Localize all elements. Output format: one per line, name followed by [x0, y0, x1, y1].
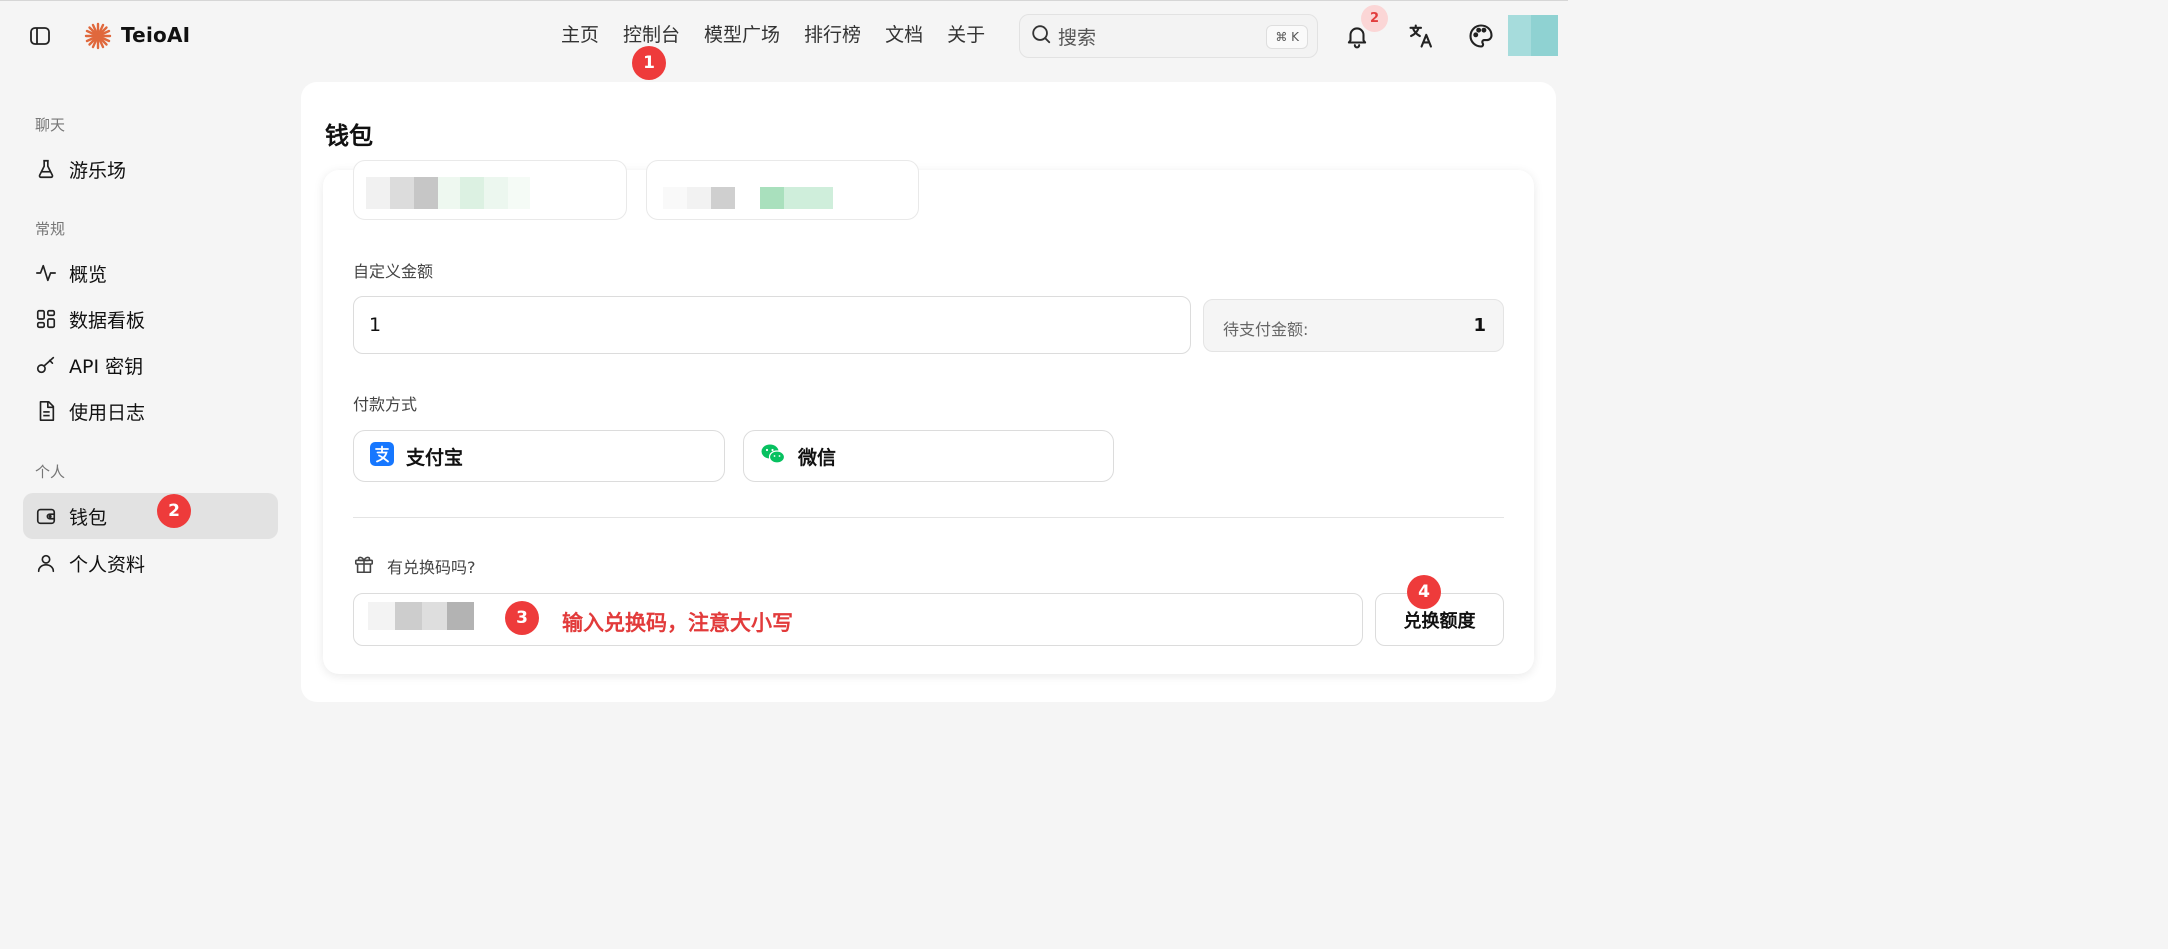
nav-home[interactable]: 主页: [561, 22, 599, 48]
preset-amount-option[interactable]: [646, 160, 919, 220]
palette-icon[interactable]: [1465, 20, 1497, 52]
brand-logo-icon[interactable]: [84, 22, 112, 50]
search-placeholder: 搜索: [1058, 26, 1097, 49]
sidebar-toggle-icon[interactable]: [27, 23, 53, 49]
sidebar-item-overview[interactable]: 概览: [23, 250, 278, 296]
custom-amount-input[interactable]: 1: [353, 296, 1191, 354]
sidebar-item-playground[interactable]: 游乐场: [23, 146, 278, 192]
search-input[interactable]: 搜索 ⌘ K: [1019, 14, 1318, 58]
annotation-marker-4: 4: [1407, 575, 1441, 609]
wechat-icon: [760, 442, 786, 470]
sidebar-item-label: API 密钥: [69, 355, 144, 378]
top-nav: 主页 控制台 模型广场 排行榜 文档 关于: [561, 22, 1009, 48]
custom-amount-label: 自定义金额: [353, 262, 434, 281]
alipay-button[interactable]: 支付宝: [353, 430, 725, 482]
window-top-border: [0, 0, 1568, 1]
notification-count-badge: 2: [1361, 5, 1388, 32]
alipay-icon: [370, 442, 394, 470]
nav-docs[interactable]: 文档: [885, 22, 923, 48]
sidebar-item-label: 个人资料: [69, 553, 146, 576]
sidebar-item-label: 数据看板: [69, 309, 146, 332]
search-shortcut-badge: ⌘ K: [1266, 25, 1308, 49]
gift-icon: [353, 553, 375, 579]
nav-console[interactable]: 控制台: [623, 22, 680, 48]
sidebar-item-profile[interactable]: 个人资料: [23, 540, 278, 586]
annotation-hint-text: 输入兑换码，注意大小写: [562, 611, 793, 635]
key-icon: [35, 354, 57, 376]
sidebar-item-usage-logs[interactable]: 使用日志: [23, 388, 278, 434]
sidebar-item-label: 概览: [69, 263, 108, 286]
activity-icon: [35, 262, 57, 284]
file-text-icon: [35, 400, 57, 422]
sidebar-section-personal: 个人: [35, 463, 66, 481]
translate-icon[interactable]: [1405, 20, 1437, 52]
nav-leaderboard[interactable]: 排行榜: [804, 22, 861, 48]
wechat-pay-label: 微信: [798, 446, 837, 469]
user-icon: [35, 552, 57, 574]
alipay-label: 支付宝: [406, 446, 464, 469]
nav-model-market[interactable]: 模型广场: [704, 22, 780, 48]
avatar[interactable]: [1508, 15, 1558, 56]
sidebar-item-wallet[interactable]: 钱包: [23, 493, 278, 539]
sidebar-section-general: 常规: [35, 220, 66, 238]
preset-amount-option[interactable]: [353, 160, 627, 220]
sidebar-section-chat: 聊天: [35, 116, 66, 134]
payable-amount-box: 待支付金额: 1: [1203, 299, 1504, 352]
payable-amount-label: 待支付金额:: [1223, 320, 1309, 339]
annotation-marker-3: 3: [505, 601, 539, 635]
redeem-quota-button[interactable]: 兑换额度: [1375, 593, 1504, 646]
wechat-pay-button[interactable]: 微信: [743, 430, 1114, 482]
section-divider: [353, 517, 1504, 518]
page-title: 钱包: [325, 122, 373, 150]
grid-icon: [35, 308, 57, 330]
annotation-marker-1: 1: [632, 46, 666, 80]
payment-method-label: 付款方式: [353, 395, 418, 414]
redeem-question: 有兑换码吗?: [387, 558, 476, 577]
nav-about[interactable]: 关于: [947, 22, 985, 48]
sidebar-item-dashboard[interactable]: 数据看板: [23, 296, 278, 342]
wallet-icon: [35, 505, 57, 527]
annotation-marker-2: 2: [157, 494, 191, 528]
search-icon: [1030, 23, 1052, 49]
sidebar-item-api-keys[interactable]: API 密钥: [23, 342, 278, 388]
sidebar-item-label: 使用日志: [69, 401, 146, 424]
sidebar-item-label: 钱包: [69, 506, 108, 529]
brand-name[interactable]: TeioAI: [121, 23, 190, 47]
payable-amount-value: 1: [1473, 315, 1486, 336]
flask-icon: [35, 158, 57, 180]
redeem-code-heading: 有兑换码吗?: [353, 553, 476, 579]
sidebar-item-label: 游乐场: [69, 159, 127, 182]
